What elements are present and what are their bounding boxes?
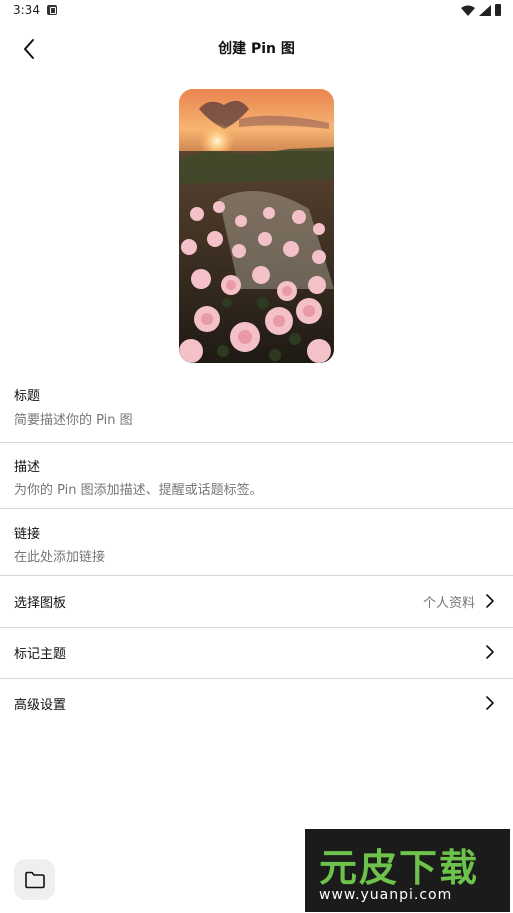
status-icons (461, 4, 501, 16)
description-input[interactable]: 为你的 Pin 图添加描述、提醒或话题标签。 (14, 479, 263, 498)
watermark-url: www.yuanpi.com (319, 887, 453, 903)
tag-topics-label: 标记主题 (14, 647, 67, 662)
selected-board-value: 个人资料 (422, 596, 475, 611)
signal-icon (479, 4, 491, 16)
header: 创建 Pin 图 (0, 22, 513, 74)
wifi-icon (461, 5, 475, 16)
folder-button[interactable] (14, 859, 55, 900)
chevron-right-icon (486, 645, 494, 659)
watermark-logo: 元皮下载 www.yuanpi.com (305, 829, 510, 912)
folder-icon (24, 871, 45, 888)
description-label: 描述 (14, 460, 41, 475)
link-field[interactable]: 链接 在此处添加链接 (0, 509, 513, 575)
page-title: 创建 Pin 图 (218, 41, 295, 57)
advanced-settings-row[interactable]: 高级设置 (0, 678, 513, 728)
notification-icon (47, 5, 57, 15)
select-board-label: 选择图板 (14, 596, 67, 611)
chevron-right-icon (486, 594, 494, 608)
title-field[interactable]: 标题 简要描述你的 Pin 图 (0, 380, 513, 442)
link-label: 链接 (14, 527, 41, 542)
status-time: 3:34 (13, 3, 40, 17)
create-pin-screen: 3:34 创建 Pin 图 标题 简要描述你的 Pin 图 描述 为你的 Pin… (0, 0, 513, 913)
title-label: 标题 (14, 389, 41, 404)
tag-topics-row[interactable]: 标记主题 (0, 627, 513, 677)
status-bar: 3:34 (0, 0, 513, 22)
description-field[interactable]: 描述 为你的 Pin 图添加描述、提醒或话题标签。 (0, 443, 513, 508)
advanced-settings-label: 高级设置 (14, 698, 67, 713)
pin-image-preview[interactable] (179, 89, 334, 363)
title-input[interactable]: 简要描述你的 Pin 图 (14, 409, 133, 428)
battery-icon (495, 4, 501, 16)
watermark-text: 元皮下载 (319, 846, 480, 890)
select-board-row[interactable]: 选择图板 个人资料 (0, 576, 513, 626)
rose-garden-sunset-image (179, 89, 334, 363)
link-input[interactable]: 在此处添加链接 (14, 546, 105, 565)
chevron-right-icon (486, 696, 494, 710)
